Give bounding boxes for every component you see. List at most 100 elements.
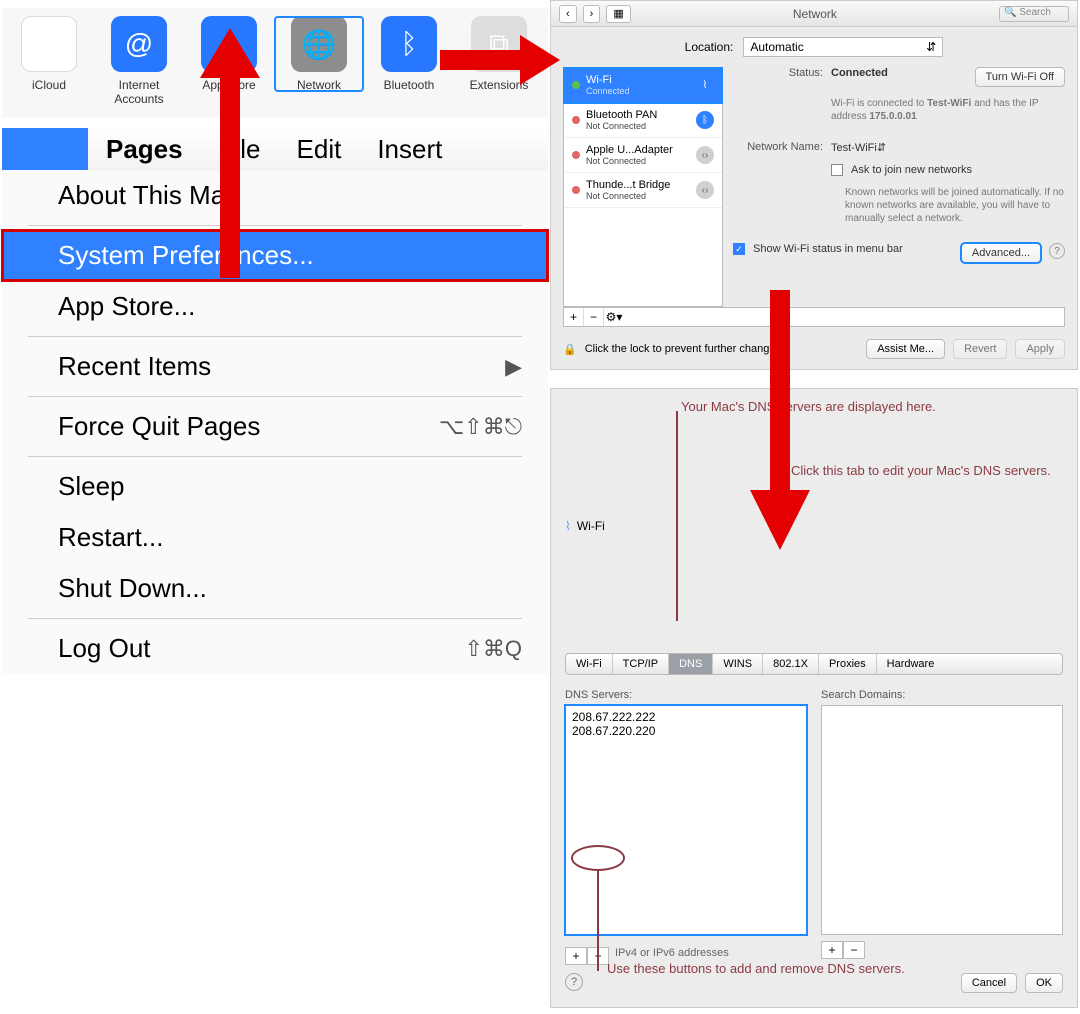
wifi-icon: ⌇ (565, 519, 571, 533)
menu-log-out[interactable]: Log Out⇧⌘Q (2, 623, 548, 674)
menu-system-preferences[interactable]: System Preferences... (2, 230, 548, 281)
help-button[interactable]: ? (1049, 243, 1065, 259)
ask-join-help: Known networks will be joined automatica… (845, 186, 1065, 225)
network-toolbar: ‹ › ▦ Network 🔍 Search (551, 1, 1077, 27)
bluetooth-icon: ᛒ (696, 111, 714, 129)
ask-join-checkbox[interactable] (831, 164, 843, 176)
menubar-insert[interactable]: Insert (359, 134, 460, 165)
domain-remove-button[interactable]: − (843, 941, 865, 959)
dns-window: Your Mac's DNS servers are displayed her… (550, 388, 1078, 1008)
apply-button[interactable]: Apply (1015, 339, 1065, 359)
iface-usb-adapter[interactable]: Apple U...AdapterNot Connected‹› (564, 138, 722, 173)
window-title: Network (637, 7, 993, 21)
interfaces-list: Wi-FiConnected⌇ Bluetooth PANNot Connect… (563, 67, 723, 307)
interface-actions-button[interactable]: ⚙▾ (604, 308, 624, 326)
wifi-icon: ⌇ (696, 76, 714, 94)
location-select[interactable]: Automatic⇵ (743, 37, 943, 57)
menu-app-store[interactable]: App Store... (2, 281, 548, 332)
menu-recent-items[interactable]: Recent Items▶ (2, 341, 548, 392)
status-dot-icon (572, 151, 580, 159)
status-help: Wi-Fi is connected to Test-WiFi and has … (831, 97, 1065, 123)
network-footer: 🔒 Click the lock to prevent further chan… (551, 331, 1077, 367)
status-dot-icon (572, 116, 580, 124)
revert-button[interactable]: Revert (953, 339, 1007, 359)
netname-label: Network Name: (733, 141, 823, 153)
iface-btpan[interactable]: Bluetooth PANNot Connectedᛒ (564, 103, 722, 138)
annotation-tab: Click this tab to edit your Mac's DNS se… (791, 463, 1051, 480)
iface-thunderbolt[interactable]: Thunde...t BridgeNot Connected‹› (564, 173, 722, 208)
assist-me-button[interactable]: Assist Me... (866, 339, 945, 359)
remove-interface-button[interactable]: − (584, 308, 604, 326)
help-button[interactable]: ? (565, 973, 583, 991)
advanced-button[interactable]: Advanced... (961, 243, 1041, 263)
dropdown-arrows-icon: ⇵ (926, 40, 936, 54)
dns-entry[interactable]: 208.67.222.222 (572, 710, 800, 724)
add-interface-button[interactable]: + (564, 308, 584, 326)
menubar: Pages File Edit Insert (2, 128, 548, 170)
status-dot-icon (572, 186, 580, 194)
show-status-checkbox[interactable]: ✓ (733, 243, 745, 255)
grid-button[interactable]: ▦ (606, 5, 630, 23)
search-domains-box: Search Domains: +− (821, 689, 1063, 965)
dns-tabs: Wi-Fi TCP/IP DNS WINS 802.1X Proxies Har… (565, 653, 1063, 675)
appstore-icon: A (201, 16, 257, 72)
interface-add-remove: +−⚙▾ (563, 307, 1065, 327)
menubar-app[interactable]: Pages (88, 134, 201, 165)
annotation-oval-icon (571, 845, 625, 871)
status-dot-icon (572, 81, 580, 89)
status-value: Connected (831, 67, 888, 79)
apple-menu: About This Mac System Preferences... App… (2, 170, 548, 674)
menu-restart[interactable]: Restart... (2, 512, 548, 563)
dns-servers-box: DNS Servers: 208.67.222.222 208.67.220.2… (565, 689, 807, 965)
dns-add-button[interactable]: + (565, 947, 587, 965)
pref-internet-accounts[interactable]: @Internet Accounts (94, 16, 184, 106)
network-window: ‹ › ▦ Network 🔍 Search Location: Automat… (550, 0, 1078, 370)
tab-hardware[interactable]: Hardware (877, 654, 945, 674)
annotation-top: Your Mac's DNS servers are displayed her… (681, 399, 936, 416)
menu-about[interactable]: About This Mac (2, 170, 548, 221)
tab-proxies[interactable]: Proxies (819, 654, 877, 674)
pref-icloud[interactable]: ☁iCloud (4, 16, 94, 92)
ok-button[interactable]: OK (1025, 973, 1063, 993)
back-button[interactable]: ‹ (559, 5, 577, 23)
dns-servers-list[interactable]: 208.67.222.222 208.67.220.220 (565, 705, 807, 935)
location-row: Location: Automatic⇵ (551, 27, 1077, 67)
tab-dns[interactable]: DNS (669, 654, 713, 674)
pref-bluetooth[interactable]: ᛒBluetooth (364, 16, 454, 92)
tab-wifi[interactable]: Wi-Fi (566, 654, 613, 674)
apple-menu-button[interactable] (2, 128, 88, 170)
search-field[interactable]: 🔍 Search (999, 6, 1069, 22)
menubar-file[interactable]: File (201, 134, 279, 165)
annotation-bottom: Use these buttons to add and remove DNS … (607, 961, 905, 978)
menu-sleep[interactable]: Sleep (2, 461, 548, 512)
tab-wins[interactable]: WINS (713, 654, 763, 674)
interface-detail: Status: Connected Turn Wi-Fi Off Wi-Fi i… (733, 67, 1065, 307)
network-name-select[interactable]: Test-WiFi⇵ (831, 141, 1065, 154)
dns-entry[interactable]: 208.67.220.220 (572, 724, 800, 738)
lock-icon[interactable]: 🔒 (563, 343, 577, 356)
annotation-line-icon (597, 871, 599, 971)
pref-network[interactable]: 🌐Network (274, 16, 364, 92)
pref-extensions[interactable]: ⧉Extensions (454, 16, 544, 92)
chevron-right-icon: ▶ (505, 354, 522, 380)
turn-wifi-off-button[interactable]: Turn Wi-Fi Off (975, 67, 1065, 87)
menu-force-quit[interactable]: Force Quit Pages⌥⇧⌘⎋ (2, 401, 548, 452)
tab-8021x[interactable]: 802.1X (763, 654, 819, 674)
forward-button[interactable]: › (583, 5, 601, 23)
dropdown-arrows-icon: ⇵ (877, 142, 886, 154)
cancel-button[interactable]: Cancel (961, 973, 1017, 993)
globe-icon: 🌐 (291, 16, 347, 72)
domain-add-button[interactable]: + (821, 941, 843, 959)
iface-wifi[interactable]: Wi-FiConnected⌇ (564, 68, 722, 103)
menubar-edit[interactable]: Edit (279, 134, 360, 165)
search-domains-list[interactable] (821, 705, 1063, 935)
cloud-icon: ☁ (21, 16, 77, 72)
at-icon: @ (111, 16, 167, 72)
pref-appstore[interactable]: AApp Store (184, 16, 274, 92)
location-label: Location: (685, 40, 734, 54)
status-label: Status: (733, 67, 823, 79)
ethernet-icon: ‹› (696, 146, 714, 164)
syspref-icons-row: ☁iCloud @Internet Accounts AApp Store 🌐N… (2, 8, 548, 118)
tab-tcpip[interactable]: TCP/IP (613, 654, 669, 674)
menu-shut-down[interactable]: Shut Down... (2, 563, 548, 614)
